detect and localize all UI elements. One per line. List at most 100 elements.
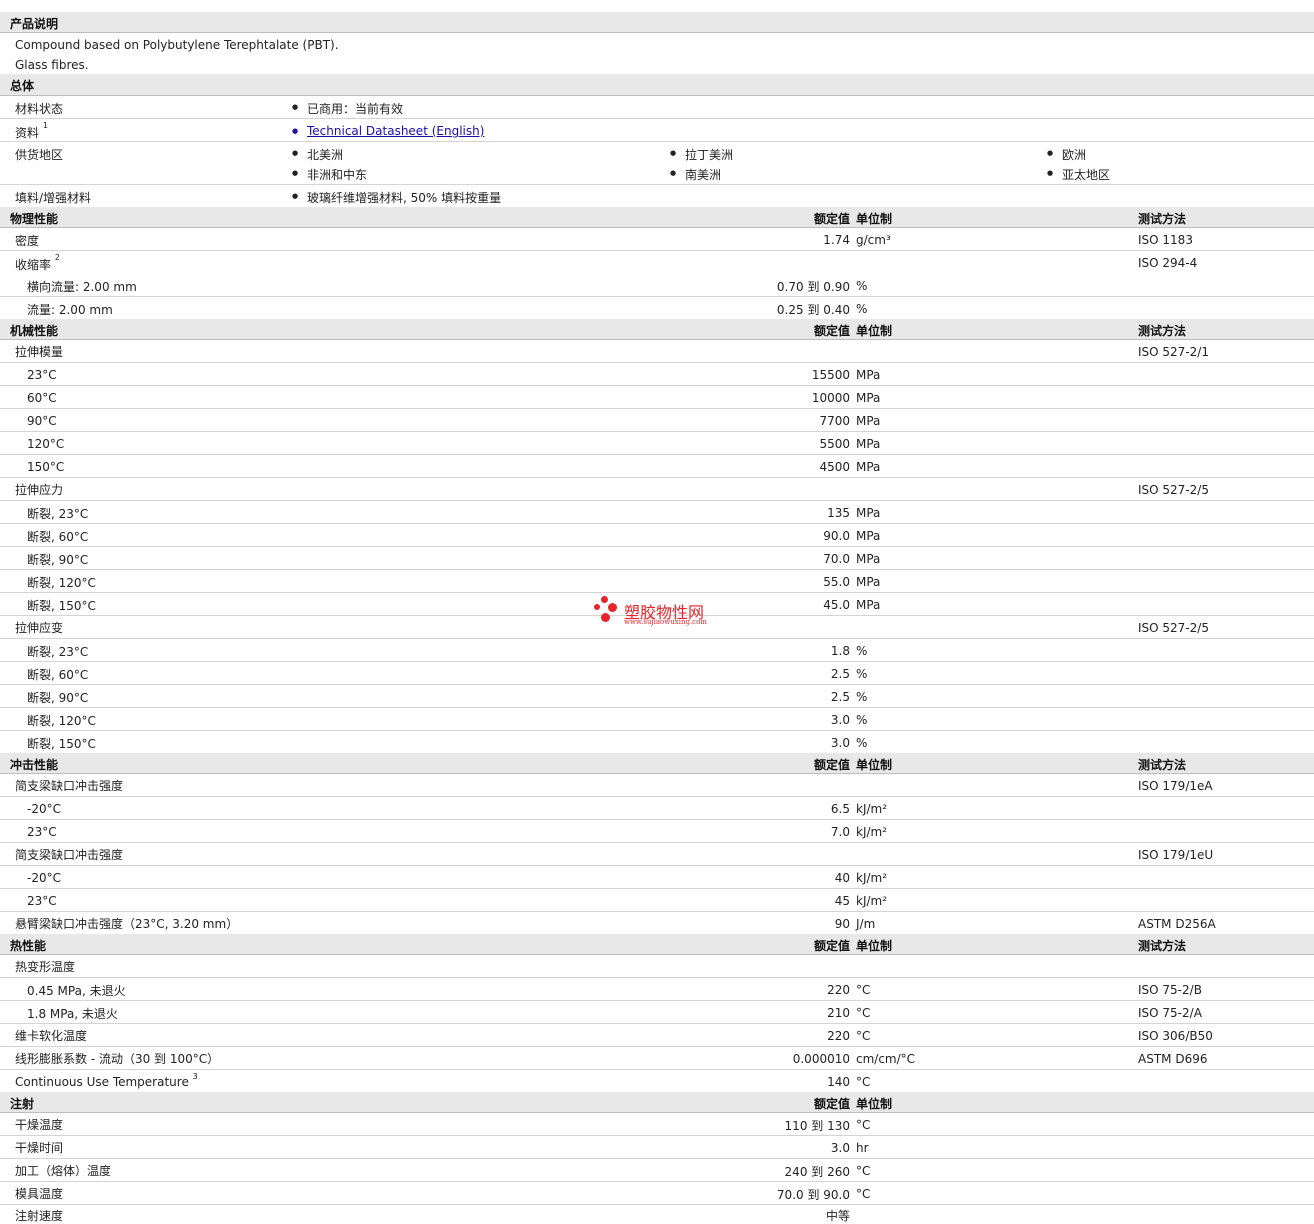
property-value: 6.5: [830, 802, 850, 816]
property-unit: MPa: [856, 437, 881, 451]
test-method: ISO 527-2/5: [1138, 483, 1209, 497]
footnote-marker: 1: [42, 121, 48, 130]
property-unit: MPa: [856, 552, 881, 566]
test-method: ISO 527-2/1: [1138, 345, 1209, 359]
property-sublabel: 0.45 MPa, 未退火: [27, 984, 126, 998]
property-label: 密度: [15, 234, 40, 248]
column-header-value: 额定值: [813, 1097, 850, 1111]
property-subrow: 断裂, 90°C 70.0 MPa: [0, 547, 1314, 570]
property-value: 10000: [811, 391, 850, 405]
property-row: 拉伸模量 ISO 527-2/1: [0, 340, 1314, 363]
row-label: 资料 1: [15, 121, 48, 140]
section-title: 物理性能: [10, 212, 59, 226]
region-item: 北美洲: [292, 146, 343, 163]
property-value: 55.0: [823, 575, 850, 589]
property-subrow: 60°C 10000 MPa: [0, 386, 1314, 409]
property-row: 密度 1.74 g/cm³ ISO 1183: [0, 228, 1314, 251]
region-item: 拉丁美洲: [670, 146, 733, 163]
documentation-row: 资料 1 Technical Datasheet (English): [0, 119, 1314, 142]
section-title: 产品说明: [10, 17, 59, 31]
property-sublabel: 23°C: [27, 368, 57, 382]
property-sublabel: 150°C: [27, 460, 65, 474]
property-sublabel: 90°C: [27, 414, 57, 428]
property-row: 收缩率 2 ISO 294-4: [0, 251, 1314, 274]
test-method: ASTM D696: [1138, 1052, 1208, 1066]
property-sublabel: 120°C: [27, 437, 65, 451]
property-value: 4500: [819, 460, 850, 474]
logo-dot: [601, 613, 610, 622]
property-value: 90: [834, 917, 850, 931]
region-row: 供货地区 北美洲 拉丁美洲 欧洲 非洲和中东 南美洲 亚太地区: [0, 142, 1314, 185]
property-unit: kJ/m²: [856, 894, 888, 908]
row-label: 填料/增强材料: [15, 191, 92, 205]
property-label: 收缩率 2: [15, 253, 60, 272]
footnote-marker: 3: [192, 1072, 198, 1081]
property-value: 5500: [819, 437, 850, 451]
property-row: 拉伸应力 ISO 527-2/5: [0, 478, 1314, 501]
property-subrow: 0.45 MPa, 未退火 220 °C ISO 75-2/B: [0, 978, 1314, 1001]
property-row: 模具温度 70.0 到 90.0 °C: [0, 1182, 1314, 1205]
property-unit: %: [856, 644, 868, 658]
property-label: 拉伸模量: [15, 345, 64, 359]
property-value: 3.0: [830, 1141, 850, 1155]
test-method: ISO 179/1eU: [1138, 848, 1214, 862]
property-unit: kJ/m²: [856, 825, 888, 839]
property-unit: %: [856, 279, 868, 293]
property-value: 3.0: [830, 713, 850, 727]
description-line: Compound based on Polybutylene Terephtal…: [15, 38, 339, 52]
property-unit: hr: [856, 1141, 869, 1155]
property-sublabel: 断裂, 120°C: [27, 714, 96, 728]
property-value: 240 到 260: [784, 1165, 850, 1179]
property-value: 3.0: [830, 736, 850, 750]
property-subrow: 150°C 4500 MPa: [0, 455, 1314, 478]
property-unit: %: [856, 690, 868, 704]
test-method: ISO 75-2/B: [1138, 983, 1202, 997]
property-subrow: 断裂, 90°C 2.5 %: [0, 685, 1314, 708]
property-unit: kJ/m²: [856, 871, 888, 885]
property-value: 中等: [825, 1209, 850, 1223]
property-unit: °C: [856, 1118, 871, 1132]
property-sublabel: 断裂, 23°C: [27, 645, 89, 659]
column-header-method: 测试方法: [1138, 758, 1187, 772]
property-subrow: 23°C 45 kJ/m²: [0, 889, 1314, 912]
property-sublabel: 23°C: [27, 894, 57, 908]
property-label: 干燥时间: [15, 1141, 64, 1155]
property-subrow: 断裂, 23°C 1.8 %: [0, 639, 1314, 662]
property-value: 0.70 到 0.90: [776, 280, 850, 294]
property-label: 悬臂梁缺口冲击强度（23°C, 3.20 mm）: [15, 917, 239, 931]
property-sublabel: 流量: 2.00 mm: [27, 303, 113, 317]
watermark-url: www.sujiaowuxing.com: [624, 618, 707, 626]
property-unit: MPa: [856, 368, 881, 382]
column-header-value: 额定值: [813, 939, 850, 953]
property-label: 拉伸应变: [15, 621, 64, 635]
property-unit: MPa: [856, 391, 881, 405]
property-subrow: 23°C 7.0 kJ/m²: [0, 820, 1314, 843]
section-title: 注射: [10, 1097, 35, 1111]
property-unit: °C: [856, 1029, 871, 1043]
property-sublabel: 23°C: [27, 825, 57, 839]
property-value: 2.5: [830, 690, 850, 704]
filler-row: 填料/增强材料 玻璃纤维增强材料, 50% 填料按重量: [0, 185, 1314, 207]
property-label: 模具温度: [15, 1187, 64, 1201]
property-unit: °C: [856, 1187, 871, 1201]
column-header-unit: 单位制: [856, 324, 893, 338]
section-header-thermal: 热性能 额定值 单位制 测试方法: [0, 934, 1314, 955]
column-header-unit: 单位制: [856, 758, 893, 772]
property-label: 简支梁缺口冲击强度: [15, 779, 124, 793]
column-header-method: 测试方法: [1138, 212, 1187, 226]
property-row: 加工（熔体）温度 240 到 260 °C: [0, 1159, 1314, 1182]
property-unit: %: [856, 713, 868, 727]
test-method: ISO 294-4: [1138, 256, 1198, 270]
property-sublabel: 断裂, 150°C: [27, 599, 96, 613]
property-value: 220: [827, 983, 850, 997]
property-subrow: -20°C 40 kJ/m²: [0, 866, 1314, 889]
property-row: 注射速度 中等: [0, 1205, 1314, 1223]
section-header-description: 产品说明: [0, 12, 1314, 33]
column-header-unit: 单位制: [856, 212, 893, 226]
test-method: ISO 75-2/A: [1138, 1006, 1202, 1020]
property-value: 0.000010: [792, 1052, 850, 1066]
datasheet-link[interactable]: Technical Datasheet (English): [292, 124, 484, 138]
property-subrow: 1.8 MPa, 未退火 210 °C ISO 75-2/A: [0, 1001, 1314, 1024]
section-header-injection: 注射 额定值 单位制: [0, 1092, 1314, 1113]
logo-dot: [608, 603, 617, 612]
